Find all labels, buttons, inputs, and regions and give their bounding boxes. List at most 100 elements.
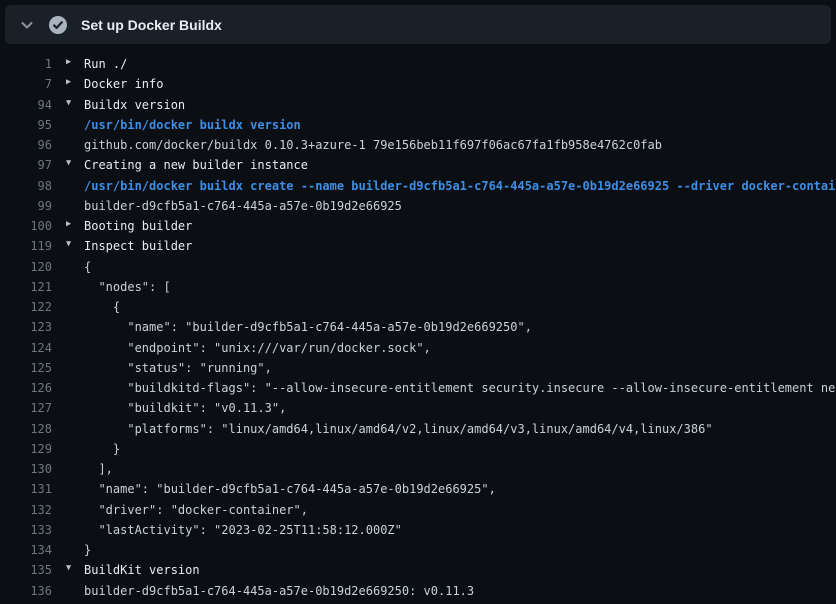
line-text: Booting builder — [84, 219, 192, 239]
step-header[interactable]: Set up Docker Buildx — [5, 5, 831, 44]
line-text: "driver": "docker-container", — [84, 503, 308, 523]
line-text: "buildkitd-flags": "--allow-insecure-ent… — [84, 381, 836, 401]
line-text: Buildx version — [84, 98, 185, 118]
line-number[interactable]: 94 — [0, 98, 52, 118]
caret-icon[interactable]: ▼ — [66, 158, 84, 178]
log-line[interactable]: 119 ▼ Inspect builder — [0, 239, 836, 259]
line-number[interactable]: 126 — [0, 381, 52, 401]
line-number[interactable]: 98 — [0, 179, 52, 199]
log-line: 131 "name": "builder-d9cfb5a1-c764-445a-… — [0, 482, 836, 502]
line-number[interactable]: 119 — [0, 239, 52, 259]
line-number[interactable]: 120 — [0, 260, 52, 280]
line-text: ], — [84, 462, 113, 482]
log-line: 136 builder-d9cfb5a1-c764-445a-a57e-0b19… — [0, 584, 836, 604]
caret-icon — [66, 300, 84, 320]
line-number[interactable]: 124 — [0, 341, 52, 361]
caret-icon[interactable]: ▼ — [66, 563, 84, 583]
log-line: 129 } — [0, 442, 836, 462]
caret-icon — [66, 179, 84, 199]
line-text: github.com/docker/buildx 0.10.3+azure-1 … — [84, 138, 662, 158]
chevron-down-icon[interactable] — [19, 17, 35, 33]
log-line: 123 "name": "builder-d9cfb5a1-c764-445a-… — [0, 320, 836, 340]
line-text: Run ./ — [84, 57, 127, 77]
caret-icon — [66, 543, 84, 563]
caret-icon[interactable]: ▼ — [66, 98, 84, 118]
line-text: builder-d9cfb5a1-c764-445a-a57e-0b19d2e6… — [84, 584, 474, 604]
log-line: 122 { — [0, 300, 836, 320]
line-number[interactable]: 125 — [0, 361, 52, 381]
line-text: } — [84, 442, 120, 462]
caret-icon — [66, 462, 84, 482]
caret-icon — [66, 482, 84, 502]
line-text: BuildKit version — [84, 563, 200, 583]
line-number[interactable]: 1 — [0, 57, 52, 77]
caret-icon — [66, 361, 84, 381]
caret-icon — [66, 280, 84, 300]
caret-icon[interactable]: ▼ — [66, 239, 84, 259]
line-number[interactable]: 134 — [0, 543, 52, 563]
log-line: 95 /usr/bin/docker buildx version — [0, 118, 836, 138]
log-line[interactable]: 94 ▼ Buildx version — [0, 98, 836, 118]
line-number[interactable]: 132 — [0, 503, 52, 523]
line-number[interactable]: 133 — [0, 523, 52, 543]
line-number[interactable]: 95 — [0, 118, 52, 138]
log-line[interactable]: 1 ▶ Run ./ — [0, 57, 836, 77]
log-line[interactable]: 7 ▶ Docker info — [0, 77, 836, 97]
line-number[interactable]: 123 — [0, 320, 52, 340]
line-number[interactable]: 128 — [0, 422, 52, 442]
log-line[interactable]: 100 ▶ Booting builder — [0, 219, 836, 239]
log-line: 126 "buildkitd-flags": "--allow-insecure… — [0, 381, 836, 401]
line-number[interactable]: 131 — [0, 482, 52, 502]
line-number[interactable]: 99 — [0, 199, 52, 219]
log-line: 125 "status": "running", — [0, 361, 836, 381]
log-line: 124 "endpoint": "unix:///var/run/docker.… — [0, 341, 836, 361]
caret-icon — [66, 584, 84, 604]
caret-icon — [66, 422, 84, 442]
line-text: Docker info — [84, 77, 163, 97]
log-line: 120 { — [0, 260, 836, 280]
log-line[interactable]: 97 ▼ Creating a new builder instance — [0, 158, 836, 178]
line-number[interactable]: 129 — [0, 442, 52, 462]
caret-icon — [66, 118, 84, 138]
line-number[interactable]: 136 — [0, 584, 52, 604]
log-line: 134 } — [0, 543, 836, 563]
log-line: 99 builder-d9cfb5a1-c764-445a-a57e-0b19d… — [0, 199, 836, 219]
log-line: 133 "lastActivity": "2023-02-25T11:58:12… — [0, 523, 836, 543]
line-text: } — [84, 543, 91, 563]
line-text: "nodes": [ — [84, 280, 171, 300]
caret-icon — [66, 320, 84, 340]
line-text: /usr/bin/docker buildx create --name bui… — [84, 179, 836, 199]
line-text: "buildkit": "v0.11.3", — [84, 401, 286, 421]
line-number[interactable]: 122 — [0, 300, 52, 320]
line-text: Inspect builder — [84, 239, 192, 259]
caret-icon — [66, 341, 84, 361]
line-number[interactable]: 7 — [0, 77, 52, 97]
log-line[interactable]: 135 ▼ BuildKit version — [0, 563, 836, 583]
log-line: 96 github.com/docker/buildx 0.10.3+azure… — [0, 138, 836, 158]
caret-icon — [66, 523, 84, 543]
check-circle-icon — [48, 15, 68, 35]
line-text: { — [84, 260, 91, 280]
line-number[interactable]: 135 — [0, 563, 52, 583]
caret-icon[interactable]: ▶ — [66, 219, 84, 239]
line-text: "status": "running", — [84, 361, 272, 381]
line-text: builder-d9cfb5a1-c764-445a-a57e-0b19d2e6… — [84, 199, 402, 219]
caret-icon[interactable]: ▶ — [66, 77, 84, 97]
line-text: "platforms": "linux/amd64,linux/amd64/v2… — [84, 422, 713, 442]
line-text: "name": "builder-d9cfb5a1-c764-445a-a57e… — [84, 482, 496, 502]
log-line: 132 "driver": "docker-container", — [0, 503, 836, 523]
line-number[interactable]: 96 — [0, 138, 52, 158]
caret-icon — [66, 442, 84, 462]
line-number[interactable]: 97 — [0, 158, 52, 178]
line-number[interactable]: 121 — [0, 280, 52, 300]
log-line: 98 /usr/bin/docker buildx create --name … — [0, 179, 836, 199]
caret-icon — [66, 503, 84, 523]
line-number[interactable]: 100 — [0, 219, 52, 239]
caret-icon — [66, 401, 84, 421]
line-number[interactable]: 127 — [0, 401, 52, 421]
log-line: 130 ], — [0, 462, 836, 482]
line-number[interactable]: 130 — [0, 462, 52, 482]
caret-icon[interactable]: ▶ — [66, 57, 84, 77]
line-text: { — [84, 300, 120, 320]
caret-icon — [66, 199, 84, 219]
